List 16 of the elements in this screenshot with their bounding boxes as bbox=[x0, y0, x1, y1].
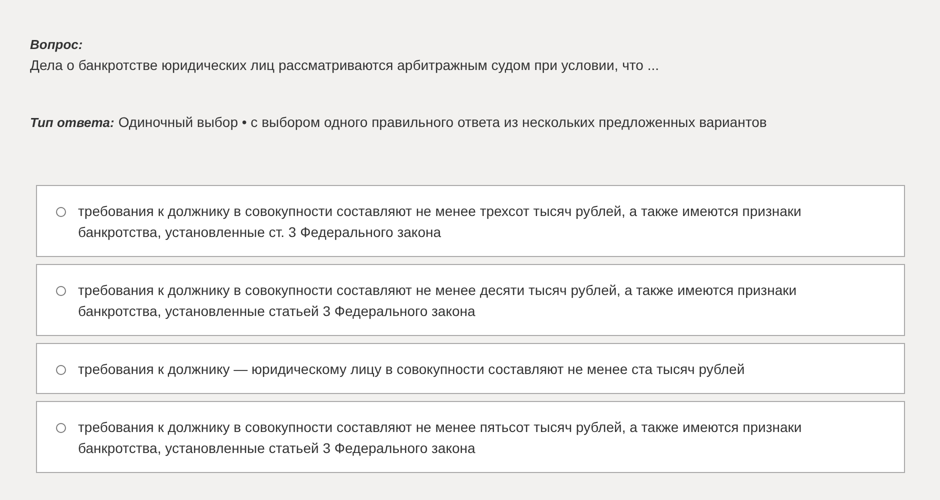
radio-button[interactable] bbox=[56, 286, 66, 296]
answer-option[interactable]: требования к должнику в совокупности составляют не менее пятьсот тысяч рублей, а также имеются признаки банкротства, установленные статьей 3 Федерального закона bbox=[36, 401, 905, 473]
answer-type-value: Одиночный выбор • с выбором одного правильного ответа из нескольких предложенных вариантов bbox=[118, 114, 767, 130]
answer-option[interactable]: требования к должнику — юридическому лицу в совокупности составляют не менее ста тысяч рублей bbox=[36, 343, 905, 394]
radio-button[interactable] bbox=[56, 365, 66, 375]
option-text: требования к должнику в совокупности составляют не менее пятьсот тысяч рублей, а также имеются признаки банкротства, установленные статьей 3 Федерального закона bbox=[78, 418, 803, 458]
question-text: Дела о банкротстве юридических лиц рассматриваются арбитражным судом при условии, что ... bbox=[30, 56, 660, 75]
answer-type-label: Тип ответа: bbox=[30, 115, 114, 130]
answer-option[interactable]: требования к должнику в совокупности составляют не менее десяти тысяч рублей, а также имеются признаки банкротства, установленные статьей 3 Федерального закона bbox=[36, 264, 905, 336]
answer-option[interactable]: требования к должнику в совокупности составляют не менее трехсот тысяч рублей, а также имеются признаки банкротства, установленные ст. 3 Федерального закона bbox=[36, 185, 905, 257]
radio-button[interactable] bbox=[56, 207, 66, 217]
option-text: требования к должнику в совокупности составляют не менее трехсот тысяч рублей, а также имеются признаки банкротства, установленные ст. 3 Федерального закона bbox=[78, 202, 802, 242]
question-label: Вопрос: bbox=[30, 36, 84, 54]
option-text: требования к должнику — юридическому лицу в совокупности составляют не менее ста тысяч рублей bbox=[78, 360, 745, 379]
option-text: требования к должнику в совокупности составляют не менее десяти тысяч рублей, а также имеются признаки банкротства, установленные статьей 3 Федерального закона bbox=[78, 281, 798, 321]
radio-button[interactable] bbox=[56, 423, 66, 433]
